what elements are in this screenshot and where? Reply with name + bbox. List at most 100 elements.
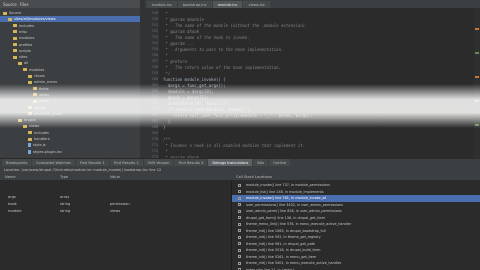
tool-tab[interactable]: Outline (269, 159, 291, 166)
tree-item[interactable]: handlers (0, 136, 140, 142)
line-number[interactable]: 749 (152, 11, 159, 15)
tool-tab[interactable]: Breakpoints (2, 159, 32, 166)
line-number[interactable]: 752 (152, 29, 159, 33)
code-editor[interactable]: * * @param $module * The name of the mod… (159, 8, 480, 158)
editor-tab[interactable]: module.inc (147, 1, 177, 8)
frame-checkbox[interactable] (238, 216, 241, 219)
frame-checkbox[interactable] (238, 229, 241, 232)
code-line[interactable]: } (163, 124, 165, 131)
code-line[interactable]: * Arguments to pass to the hook implemen… (163, 46, 283, 53)
scrollbar-marker[interactable] (475, 28, 479, 30)
frame-checkbox[interactable] (238, 255, 241, 258)
scrollbar-marker[interactable] (475, 76, 479, 78)
frame-checkbox[interactable] (238, 209, 241, 213)
variable-row[interactable]: module string views (0, 207, 232, 214)
tree-item[interactable]: Source (0, 10, 140, 16)
folder-icon (28, 106, 32, 109)
frame-checkbox[interactable] (238, 242, 241, 245)
tree-item[interactable]: sites (0, 54, 140, 60)
line-number[interactable]: 770 (152, 137, 159, 141)
tool-tab[interactable]: SVN Version (143, 159, 174, 166)
tree-header-item[interactable]: Files (20, 2, 29, 7)
tool-tab[interactable]: Evaluated Watches (32, 159, 75, 166)
frame-checkbox[interactable] (238, 203, 241, 206)
tree-item[interactable]: profiles (0, 42, 140, 48)
line-number[interactable]: 762 (152, 89, 159, 93)
column-header-type[interactable]: Type (60, 175, 68, 179)
editor-tab-active[interactable]: module.inc (212, 1, 243, 8)
line-number[interactable]: 765 (152, 107, 159, 111)
tool-tab-active[interactable]: Debugs Instructions (208, 159, 253, 166)
line-number[interactable]: 756 (152, 53, 159, 57)
scrollbar-marker[interactable] (475, 100, 479, 102)
tree-item[interactable]: scripts (0, 48, 140, 54)
editor-scrollbar[interactable] (474, 8, 480, 158)
tree-header-item[interactable]: Source (3, 2, 17, 7)
frame-checkbox[interactable] (238, 196, 241, 200)
tree-item[interactable]: admin_menu (0, 79, 140, 85)
line-number[interactable]: 758 (152, 65, 159, 69)
line-number[interactable]: 757 (152, 59, 159, 63)
line-number[interactable]: 750 (152, 17, 159, 21)
tree-item[interactable]: fields (0, 86, 140, 92)
folder-icon (8, 17, 12, 21)
code-line[interactable]: * Invokes a hook in all enabled modules … (163, 142, 305, 149)
tree-item[interactable]: modules (0, 67, 140, 73)
line-number[interactable]: 761 (152, 83, 159, 87)
column-header-name[interactable]: Name (5, 175, 16, 179)
tree-item[interactable]: drupal (0, 117, 140, 123)
tool-tab[interactable]: Find Results 1 (75, 159, 109, 166)
file-icon (28, 149, 31, 154)
frame-checkbox[interactable] (238, 190, 241, 193)
call-stack-frame[interactable]: index.php line 21, in {main} (232, 267, 480, 270)
line-number[interactable]: 751 (152, 23, 159, 27)
code-line[interactable]: return call_user_func_array($module . '_… (159, 112, 480, 119)
frame-checkbox[interactable] (238, 222, 241, 226)
editor-tab[interactable]: views.inc (243, 1, 271, 8)
variable-row[interactable]: args array (0, 193, 232, 200)
scrollbar-marker[interactable] (475, 52, 479, 54)
frame-checkbox[interactable] (238, 235, 241, 239)
tree-item[interactable]: devel (0, 98, 140, 104)
tree-item[interactable]: styles.plugin.inc (0, 149, 140, 155)
column-header-value[interactable]: Value (110, 175, 120, 179)
tree-item[interactable]: modules (0, 35, 140, 41)
line-number[interactable]: 767 (152, 119, 159, 123)
frame-checkbox[interactable] (238, 261, 241, 265)
line-number[interactable]: 772 (152, 149, 159, 153)
tree-item-label: modules (19, 36, 35, 41)
line-number[interactable]: 766 (152, 113, 159, 117)
frame-checkbox[interactable] (238, 183, 241, 187)
line-number[interactable]: 771 (152, 143, 159, 147)
frame-checkbox[interactable] (238, 248, 241, 252)
tree-item[interactable]: all (0, 60, 140, 66)
tree-item[interactable]: pathauto_paths (0, 111, 140, 117)
tool-tab[interactable]: Bits (253, 159, 269, 166)
line-number[interactable]: 754 (152, 41, 159, 45)
tool-tab[interactable]: Find Results 3 (174, 159, 208, 166)
tool-tab[interactable]: Find Results 2 (109, 159, 143, 166)
line-number[interactable]: 753 (152, 35, 159, 39)
tree-item[interactable]: misc (0, 29, 140, 35)
variable-row[interactable]: hook string permission (0, 200, 232, 207)
tree-item[interactable]: style.js (0, 142, 140, 148)
line-number[interactable]: 759 (152, 71, 159, 75)
tree-item[interactable]: views (0, 92, 140, 98)
line-number[interactable]: 764 (152, 101, 159, 105)
scrollbar-marker[interactable] (475, 124, 479, 126)
code-line[interactable]: * The return value of the hook implement… (163, 64, 281, 71)
tree-item[interactable]: panels (0, 105, 140, 111)
line-number[interactable]: 769 (152, 131, 159, 135)
line-number[interactable]: 763 (152, 95, 159, 99)
tree-item[interactable]: includes (0, 23, 140, 29)
tree-item[interactable]: sites/all/modules/views (0, 16, 140, 23)
editor-tab[interactable]: bootstrap.inc (177, 1, 212, 8)
tree-item[interactable]: ctools (0, 73, 140, 79)
tree-item[interactable]: includes (0, 130, 140, 136)
frame-label: user_permissions() line 3432, in user_ad… (246, 202, 343, 207)
line-number[interactable]: 768 (152, 125, 159, 129)
line-number[interactable]: 755 (152, 47, 159, 51)
editor-tab-bar: module.inc bootstrap.inc module.inc view… (145, 0, 480, 8)
tree-item[interactable]: views (0, 123, 140, 129)
line-number[interactable]: 760 (152, 77, 159, 81)
